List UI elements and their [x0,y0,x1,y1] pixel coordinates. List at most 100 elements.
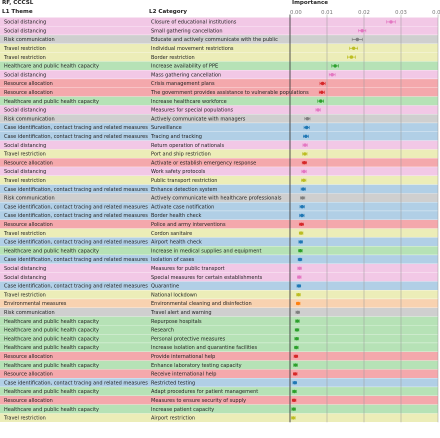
row-band [0,175,438,185]
l1-theme-label: Healthcare and public health capacity [4,328,99,334]
l2-category-label: Individual movement restrictions [151,46,234,52]
importance-point [301,178,306,182]
l1-theme-label: Resource allocation [4,160,53,166]
importance-point [296,293,301,297]
l1-theme-label: Healthcare and public health capacity [4,248,99,254]
l2-category-label: Enhance detection system [151,187,218,193]
l2-category-label: Repurpose hospitals [151,319,202,325]
importance-point [298,257,302,262]
l1-theme-label: Risk communication [4,310,55,316]
row-band [0,149,438,159]
l2-category-label: The government provides assistance to vu… [150,90,309,96]
l2-category-label: Actively communicate with healthcare pro… [151,196,282,202]
l1-theme-label: Social distancing [4,20,46,26]
l2-category-label: Border health check [151,213,202,219]
importance-point [316,108,320,112]
importance-point [304,125,309,130]
l2-category-label: Environmental cleaning and disinfection [151,301,252,307]
importance-point [320,81,325,86]
x-tick-label: 0.02 [358,10,370,16]
l1-theme-label: Social distancing [4,108,46,114]
importance-point [295,328,299,332]
l1-theme-label: Resource allocation [4,222,53,228]
l2-category-label: Measures for special populations [151,108,234,114]
importance-point [296,301,300,306]
importance-point [294,354,298,358]
l2-category-label: Small gathering cancellation [151,28,223,34]
x-tick-label: 0.04 [432,10,440,16]
l1-theme-label: Resource allocation [4,398,53,404]
importance-point [298,249,303,253]
importance-point [300,213,304,218]
importance-chart: Social distancing Closure of educational … [0,10,440,423]
l2-category-label: Public transport restriction [151,178,217,184]
l2-category-label: Cordon sanitaire [151,231,192,237]
importance-point [292,398,296,402]
l1-theme-label: Healthcare and public health capacity [4,345,99,351]
l1-theme-label: Resource allocation [4,372,53,378]
l2-category-label: Return operation of nationals [151,143,224,149]
l1-theme-label: Risk communication [4,37,55,43]
importance-point [291,416,296,420]
importance-point [293,363,298,367]
l2-category-label: Increase patient capacity [151,407,214,413]
l1-theme-label: Healthcare and public health capacity [4,363,99,369]
l1-theme-label: Healthcare and public health capacity [4,64,99,70]
importance-point [294,337,299,341]
importance-point [320,90,324,95]
l2-category-label: Travel alert and warning [150,310,212,316]
row-band [0,307,438,317]
l1-theme-label: Travel restriction [3,152,46,158]
importance-point [299,240,303,244]
l1-theme-label: Healthcare and public health capacity [4,389,99,395]
l2-category-label: Restricted testing [151,380,195,386]
l1-theme-label: Travel restriction [3,231,46,237]
l2-category-label: Airport restriction [151,416,195,422]
importance-point [351,46,356,50]
x-tick-label: 0.01 [321,10,333,16]
l2-category-label: Increase isolation and quarantine facili… [151,345,257,351]
l2-category-label: Mass gathering cancellation [151,72,221,78]
l1-theme-label: Resource allocation [4,90,53,96]
importance-point [294,345,298,350]
l1-theme-label: Social distancing [4,143,46,149]
l2-category-label: Measures to ensure security of supply [151,398,246,404]
row-band [0,351,438,361]
row-band [0,413,438,423]
l2-category-label: Increase availability of PPE [151,64,218,70]
l2-category-label: Provide international help [151,354,215,360]
importance-point [292,389,297,394]
l2-category-label: Personal protective measures [151,336,226,342]
l2-category-label: Enhance laboratory testing capacity [151,363,242,369]
l1-theme-label: Resource allocation [4,354,53,360]
importance-point [302,169,306,174]
x-tick-label: 0.00 [290,10,302,16]
l1-theme-label: Case identification, contact tracing and… [4,380,148,386]
importance-point [302,161,307,165]
row-band [0,228,438,238]
x-tick-label: 0.03 [395,10,407,16]
importance-point [295,319,300,323]
importance-point [389,20,393,24]
l1-theme-label: Case identification, contact tracing and… [4,134,148,140]
importance-point [297,275,301,279]
l2-category-label: Educate and actively communicate with th… [151,37,278,43]
l1-theme-label: Case identification, contact tracing and… [4,125,148,131]
importance-point [319,99,323,103]
l2-category-label: Actively communicate with managers [151,116,246,122]
l1-theme-label: Travel restriction [3,292,46,298]
l1-theme-label: Environmental measures [4,301,67,307]
importance-point [304,134,308,138]
l2-category-label: Airport health check [151,240,202,246]
importance-point [297,266,302,270]
l2-category-label: Quarantine [151,284,179,290]
l1-theme-label: Social distancing [4,169,46,175]
l2-category-label: Port and ship restriction [151,152,211,158]
importance-point [292,407,296,411]
l1-theme-label: Case identification, contact tracing and… [4,213,148,219]
l2-category-label: Special measures for certain establishme… [151,275,263,281]
l2-category-label: Surveillance [151,125,182,131]
row-band [0,52,438,62]
l1-theme-label: Healthcare and public health capacity [4,319,99,325]
l2-category-label: Measures for public transport [151,266,225,272]
